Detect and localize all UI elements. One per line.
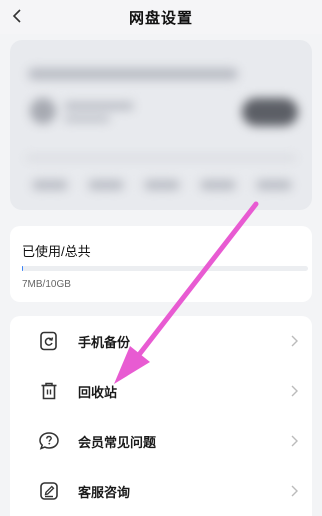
page-title: 网盘设置 bbox=[128, 9, 193, 27]
chevron-right-icon bbox=[288, 484, 300, 498]
menu-item-label: 手机备份 bbox=[78, 334, 131, 350]
storage-progress-bar bbox=[22, 266, 308, 271]
phone-backup-icon bbox=[38, 330, 60, 352]
chevron-right-icon bbox=[288, 334, 300, 348]
menu-item-label: 回收站 bbox=[78, 384, 118, 400]
menu-item-customer-service[interactable]: 客服咨询 bbox=[10, 466, 312, 516]
faq-icon bbox=[38, 430, 60, 452]
back-button[interactable] bbox=[6, 4, 28, 28]
top-bar: 网盘设置 bbox=[0, 0, 322, 34]
storage-card bbox=[10, 226, 312, 302]
chevron-right-icon bbox=[288, 384, 300, 398]
trash-icon bbox=[38, 380, 60, 402]
storage-title: 已使用/总共 bbox=[22, 244, 91, 259]
menu-item-phone-backup[interactable]: 手机备份 bbox=[10, 316, 312, 366]
blurred-account-card bbox=[10, 40, 312, 210]
menu-item-member-faq[interactable]: 会员常见问题 bbox=[10, 416, 312, 466]
edit-icon bbox=[38, 480, 60, 502]
chevron-left-icon bbox=[12, 9, 21, 23]
menu-item-recycle-bin[interactable]: 回收站 bbox=[10, 366, 312, 416]
chevron-right-icon bbox=[288, 434, 300, 448]
menu-item-label: 客服咨询 bbox=[78, 484, 131, 500]
storage-progress-fill bbox=[22, 266, 24, 271]
storage-value: 7MB/10GB bbox=[22, 279, 71, 290]
menu-item-label: 会员常见问题 bbox=[78, 434, 157, 450]
